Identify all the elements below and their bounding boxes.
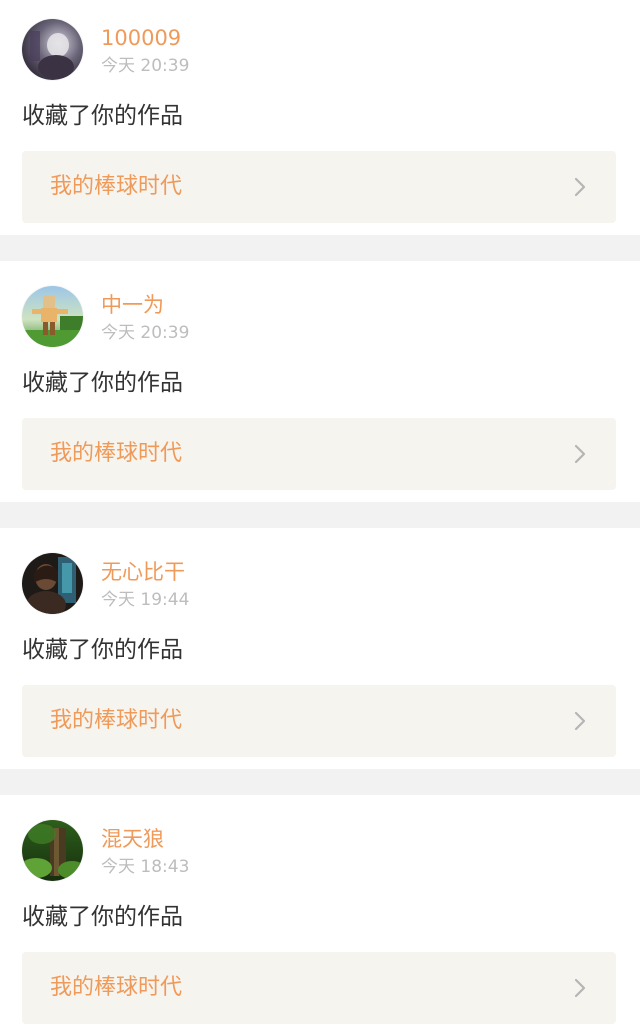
work-title: 我的棒球时代 [50, 975, 183, 1000]
notification-card: 中一为 今天 20:39 收藏了你的作品 我的棒球时代 [0, 261, 640, 502]
work-link[interactable]: 我的棒球时代 [22, 418, 616, 490]
notification-feed: 100009 今天 20:39 收藏了你的作品 我的棒球时代 中一为 今天 20… [0, 0, 640, 1036]
work-link[interactable]: 我的棒球时代 [22, 151, 616, 223]
avatar-dark-figure-icon[interactable] [22, 19, 83, 80]
avatar-blocky-character-icon[interactable] [22, 286, 83, 347]
notification-card: 无心比干 今天 19:44 收藏了你的作品 我的棒球时代 [0, 528, 640, 769]
chevron-right-icon [568, 709, 592, 733]
avatar-forest-icon[interactable] [22, 820, 83, 881]
chevron-right-icon [568, 976, 592, 1000]
notification-card: 100009 今天 20:39 收藏了你的作品 我的棒球时代 [0, 0, 640, 235]
work-title: 我的棒球时代 [50, 441, 183, 466]
username[interactable]: 中一为 [101, 292, 164, 318]
action-text: 收藏了你的作品 [22, 103, 183, 129]
avatar-person-icon[interactable] [22, 553, 83, 614]
work-link[interactable]: 我的棒球时代 [22, 952, 616, 1024]
action-text: 收藏了你的作品 [22, 904, 183, 930]
notification-card: 混天狼 今天 18:43 收藏了你的作品 我的棒球时代 [0, 795, 640, 1036]
username[interactable]: 混天狼 [101, 826, 164, 852]
chevron-right-icon [568, 442, 592, 466]
timestamp: 今天 20:39 [101, 323, 190, 343]
action-text: 收藏了你的作品 [22, 637, 183, 663]
timestamp: 今天 18:43 [101, 857, 190, 877]
chevron-right-icon [568, 175, 592, 199]
timestamp: 今天 20:39 [101, 56, 190, 76]
action-text: 收藏了你的作品 [22, 370, 183, 396]
username[interactable]: 100009 [101, 25, 181, 51]
timestamp: 今天 19:44 [101, 590, 190, 610]
work-title: 我的棒球时代 [50, 174, 183, 199]
work-title: 我的棒球时代 [50, 708, 183, 733]
username[interactable]: 无心比干 [101, 559, 185, 585]
work-link[interactable]: 我的棒球时代 [22, 685, 616, 757]
